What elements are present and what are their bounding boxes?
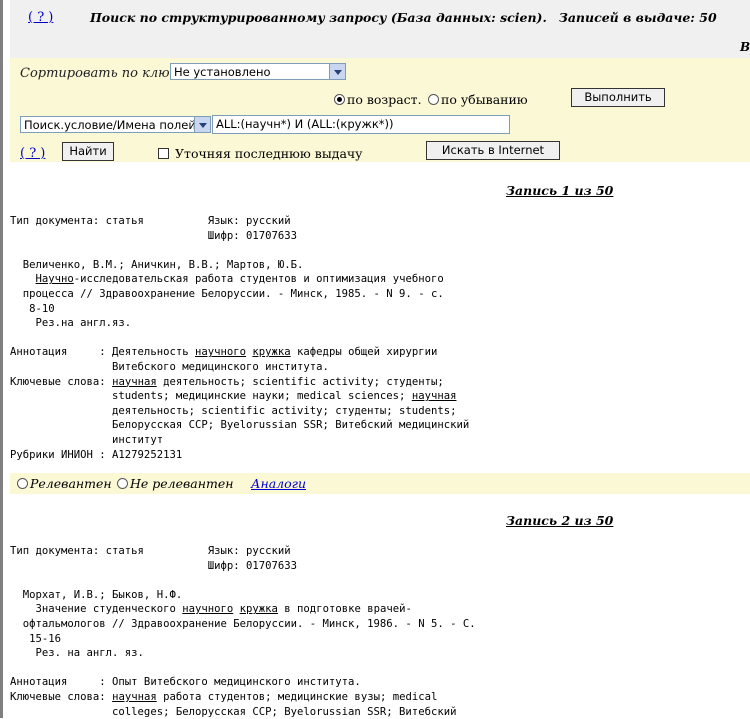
record-line: Значение студенческого научного кружка в…	[10, 602, 412, 616]
record-count: Записей в выдаче: 50	[558, 10, 717, 25]
record-2-heading: Запись 2 из 50	[506, 513, 614, 528]
record-line: 15-16	[10, 632, 61, 646]
query-input[interactable]: ALL:(научн*) И (ALL:(кружк*))	[212, 115, 510, 134]
record-line: Рез. на англ. яз.	[10, 646, 144, 660]
refine-checkbox[interactable]	[158, 148, 169, 159]
record-line: Величенко, В.М.; Аничкин, В.В.; Мартов, …	[10, 258, 304, 272]
header-band-lower	[10, 36, 750, 58]
sort-asc-label: по возраст.	[347, 92, 422, 107]
highlighted-term: научного	[182, 603, 234, 616]
record-line: Морхат, И.В.; Быков, Н.Ф.	[10, 588, 182, 602]
record-text: деятельность; scientific activity; студе…	[156, 375, 444, 388]
record-1-heading: Запись 1 из 50	[506, 183, 614, 198]
record-text: Тип документа: статья Язык: русский	[10, 545, 291, 557]
record-text: colleges; Белорусская ССР; Byelorussian …	[10, 705, 457, 718]
record-line: Аннотация : Опыт Витебского медицинского…	[10, 675, 361, 689]
record-line: Белорусская ССР; Byelorussian SSR; Витеб…	[10, 418, 469, 432]
record-text: Величенко, В.М.; Аничкин, В.В.; Мартов, …	[10, 258, 304, 271]
record-text: работа студентов; медицинские вузы; medi…	[156, 691, 438, 703]
record-text: 8-10	[10, 302, 55, 315]
find-button[interactable]: Найти	[62, 142, 114, 161]
query-help-link[interactable]: ( ? )	[20, 146, 45, 161]
record-text: Белорусская ССР; Byelorussian SSR; Витеб…	[10, 419, 470, 432]
sort-asc-radio[interactable]	[334, 94, 345, 105]
window-left-border	[0, 0, 3, 718]
query-title: Поиск по структурированному запросу (Баз…	[90, 10, 547, 25]
record-line: Тип документа: статья Язык: русский	[10, 214, 291, 228]
record-text: Значение студенческого	[10, 603, 183, 616]
record-line: Рубрики ИНИОН : А1279252131	[10, 448, 182, 462]
sort-desc-label: по убыванию	[441, 92, 528, 107]
record-line: процесса // Здравоохранение Белоруссии. …	[10, 287, 444, 301]
record-line: Рез.на англ.яз.	[10, 316, 132, 330]
record-text: students; медицинские науки; medical sci…	[10, 390, 412, 403]
highlighted-term: научная	[411, 390, 457, 403]
record-text: кафедры общей хирургии	[290, 346, 438, 359]
record-text: институт	[10, 434, 164, 446]
truncated-text: В	[740, 40, 750, 54]
record-line: Ключевые слова: научная деятельность; sc…	[10, 375, 444, 389]
highlighted-term: научного	[194, 346, 246, 359]
record-line: students; медицинские науки; medical sci…	[10, 389, 456, 403]
record-line: Тип документа: статья Язык: русский	[10, 544, 291, 558]
record-line: офтальмологов // Здравоохранение Белорус…	[10, 617, 476, 631]
record-text: Морхат, И.В.; Быков, Н.Ф.	[10, 588, 183, 601]
record-text: Рез.на англ.яз.	[10, 317, 132, 330]
record-text: 15-16	[10, 632, 62, 645]
record-line: Витебского медицинского института.	[10, 360, 329, 374]
record-line: Ключевые слова: научная работа студентов…	[10, 690, 437, 704]
execute-button[interactable]: Выполнить	[571, 88, 665, 107]
not-relevant-radio[interactable]	[117, 478, 128, 489]
chevron-down-icon	[329, 64, 345, 79]
record-text: Рез. на англ. яз.	[10, 647, 144, 660]
record-text: процесса // Здравоохранение Белоруссии. …	[10, 288, 444, 300]
record-text: в подготовке врачей-	[277, 603, 412, 616]
chevron-down-icon	[194, 117, 210, 132]
record-text: деятельность; scientific activity; студе…	[10, 404, 457, 417]
record-text: Витебского медицинского института.	[10, 361, 329, 373]
page-title: Поиск по структурированному запросу (Баз…	[90, 10, 717, 25]
record-line: colleges; Белорусская ССР; Byelorussian …	[10, 705, 456, 719]
record-line: Аннотация : Деятельность научного кружка…	[10, 345, 437, 359]
field-select-value: Поиск.условие/Имена полей	[24, 118, 196, 132]
record-text: -исследовательская работа студентов и оп…	[73, 273, 444, 286]
help-link[interactable]: ( ? )	[28, 10, 53, 25]
record-text	[10, 273, 36, 285]
sort-label: Сортировать по ключу	[20, 66, 186, 81]
record-text: Шифр: 01707633	[10, 559, 298, 572]
record-text: Тип документа: статья Язык: русский	[10, 215, 291, 227]
not-relevant-label: Не релевантен	[130, 476, 234, 491]
record-text: Ключевые слова:	[10, 691, 113, 703]
record-line: 8-10	[10, 302, 55, 316]
record-line: деятельность; scientific activity; студе…	[10, 404, 456, 418]
relevant-radio[interactable]	[17, 478, 28, 489]
highlighted-term: кружка	[252, 346, 291, 359]
record-text: Аннотация : Опыт Витебского медицинского…	[10, 676, 361, 689]
analogs-link[interactable]: Аналоги	[251, 476, 306, 491]
record-text: Аннотация : Деятельность	[10, 346, 195, 359]
relevant-label: Релевантен	[30, 476, 112, 491]
sort-key-value: Не установлено	[174, 65, 271, 79]
record-line: институт	[10, 433, 163, 447]
record-line: Шифр: 01707633	[10, 229, 297, 243]
internet-search-button[interactable]: Искать в Internet	[426, 141, 560, 160]
record-text: Шифр: 01707633	[10, 229, 298, 242]
record-text: Ключевые слова:	[10, 375, 113, 388]
highlighted-term: кружка	[239, 603, 278, 616]
highlighted-term: научная	[112, 375, 157, 388]
record-text: офтальмологов // Здравоохранение Белорус…	[10, 618, 476, 630]
refine-label: Уточняя последнюю выдачу	[175, 146, 363, 161]
sort-key-select[interactable]: Не установлено	[170, 63, 346, 80]
field-select[interactable]: Поиск.условие/Имена полей	[20, 116, 211, 133]
record-line: Научно-исследовательская работа студенто…	[10, 272, 444, 286]
highlighted-term: научная	[112, 691, 157, 703]
record-text: Рубрики ИНИОН : А1279252131	[10, 448, 183, 461]
sort-desc-radio[interactable]	[428, 94, 439, 105]
highlighted-term: Научно	[35, 273, 74, 286]
record-line: Шифр: 01707633	[10, 559, 297, 573]
